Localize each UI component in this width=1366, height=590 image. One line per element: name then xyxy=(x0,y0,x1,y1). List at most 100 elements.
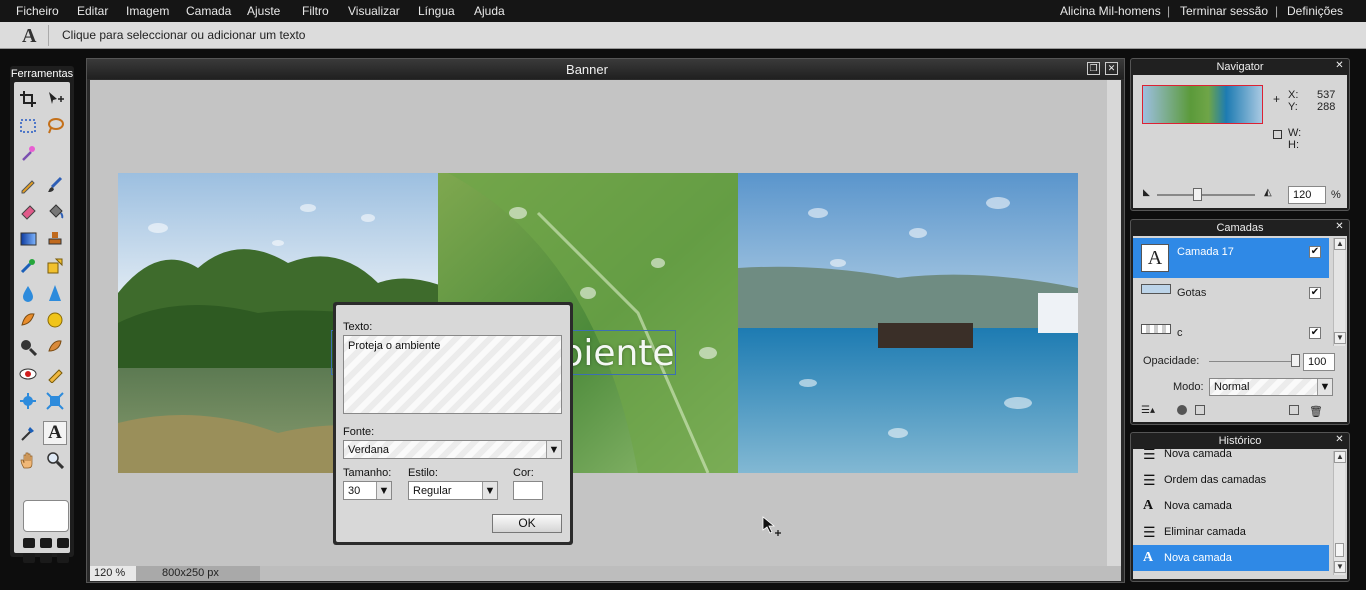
new-layer-icon[interactable] xyxy=(1289,405,1299,415)
chevron-down-icon[interactable]: ▼ xyxy=(376,482,391,499)
burn-icon[interactable] xyxy=(43,335,67,359)
opacity-input[interactable]: 100 xyxy=(1303,353,1335,371)
size-select[interactable]: 30 ▼ xyxy=(343,481,392,500)
zoom-icon[interactable] xyxy=(43,448,67,472)
marquee-icon[interactable] xyxy=(16,114,40,138)
menu-ajuste[interactable]: Ajuste xyxy=(247,4,280,18)
zoom-input[interactable]: 120 xyxy=(1288,186,1326,204)
move-icon[interactable] xyxy=(43,87,67,111)
blend-mode-select[interactable]: Normal ▼ xyxy=(1209,378,1333,396)
font-select[interactable]: Verdana ▼ xyxy=(343,440,562,459)
opacity-slider-handle[interactable] xyxy=(1291,354,1300,367)
ok-button[interactable]: OK xyxy=(492,514,562,533)
close-icon[interactable]: ✕ xyxy=(1105,62,1118,75)
menu-ficheiro[interactable]: Ficheiro xyxy=(16,4,59,18)
maximize-icon[interactable]: ❐ xyxy=(1087,62,1100,75)
zoom-out-icon[interactable]: ◣ xyxy=(1143,187,1150,198)
zoom-in-icon[interactable] xyxy=(16,335,40,359)
navigator-thumbnail[interactable] xyxy=(1142,85,1263,124)
vertical-scrollbar[interactable] xyxy=(1107,80,1121,566)
close-icon[interactable]: ✕ xyxy=(1334,435,1345,446)
color-preset[interactable] xyxy=(57,553,69,563)
menu-visualizar[interactable]: Visualizar xyxy=(348,4,400,18)
menu-editar[interactable]: Editar xyxy=(77,4,108,18)
opacity-slider-track[interactable] xyxy=(1209,361,1297,362)
crop-icon[interactable] xyxy=(16,87,40,111)
gradient-icon[interactable] xyxy=(16,227,40,251)
delete-layer-icon[interactable]: 🗑 xyxy=(1309,405,1323,418)
color-preset[interactable] xyxy=(23,553,35,563)
type-icon[interactable]: A xyxy=(43,421,67,445)
sponge-icon[interactable] xyxy=(43,308,67,332)
smudge-icon[interactable] xyxy=(16,308,40,332)
scroll-up-icon[interactable]: ▲ xyxy=(1334,238,1346,250)
style-select[interactable]: Regular ▼ xyxy=(408,481,498,500)
color-preset[interactable] xyxy=(57,538,69,548)
type-icon: A xyxy=(1143,498,1154,513)
layers-scrollbar[interactable]: ▲ ▼ xyxy=(1333,238,1346,346)
text-input[interactable]: Proteja o ambiente xyxy=(343,335,562,414)
history-item[interactable]: A Nova camada xyxy=(1133,493,1329,519)
layer-visibility-checkbox[interactable]: ✔ xyxy=(1309,327,1321,339)
blur-icon[interactable] xyxy=(16,281,40,305)
color-picker-icon[interactable] xyxy=(16,421,40,445)
scroll-up-icon[interactable]: ▲ xyxy=(1334,451,1346,463)
layer-settings-icon[interactable]: ☰▴ xyxy=(1141,405,1155,416)
user-name-link[interactable]: Alicina Mil-homens xyxy=(1060,4,1161,18)
lasso-icon[interactable] xyxy=(43,114,67,138)
history-item[interactable]: ☰ Ordem das camadas xyxy=(1133,467,1329,493)
zoom-in-icon[interactable]: ◭ xyxy=(1264,187,1272,198)
history-item[interactable]: A Nova camada xyxy=(1133,545,1329,571)
eraser-icon[interactable] xyxy=(16,200,40,224)
layer-styles-icon[interactable] xyxy=(1195,405,1205,415)
chevron-down-icon[interactable]: ▼ xyxy=(1317,379,1332,395)
menu-lingua[interactable]: Língua xyxy=(418,4,455,18)
color-picker[interactable] xyxy=(513,481,543,500)
close-icon[interactable]: ✕ xyxy=(1334,222,1345,233)
color-preset[interactable] xyxy=(40,538,52,548)
logout-link[interactable]: Terminar sessão xyxy=(1180,4,1268,18)
pencil-icon[interactable] xyxy=(16,173,40,197)
zoom-level[interactable]: 120 % xyxy=(90,566,136,581)
menu-filtro[interactable]: Filtro xyxy=(302,4,329,18)
pinch-icon[interactable] xyxy=(43,389,67,413)
scroll-down-icon[interactable]: ▼ xyxy=(1334,561,1346,573)
document-titlebar[interactable]: Banner ❐ ✕ xyxy=(87,59,1124,79)
canvas-area[interactable]: Proteja o ambiente xyxy=(90,80,1121,566)
layer-row[interactable]: c ✔ xyxy=(1133,318,1329,358)
chevron-down-icon[interactable]: ▼ xyxy=(546,441,561,458)
spot-heal-icon[interactable] xyxy=(43,362,67,386)
history-item[interactable]: ☰ Nova camada xyxy=(1133,449,1329,467)
paint-bucket-icon[interactable] xyxy=(43,200,67,224)
red-eye-icon[interactable] xyxy=(16,362,40,386)
sharpen-icon[interactable] xyxy=(43,281,67,305)
layer-row[interactable]: A Camada 17 ✔ xyxy=(1133,238,1329,278)
color-preset[interactable] xyxy=(23,538,35,548)
zoom-slider-handle[interactable] xyxy=(1193,188,1202,201)
zoom-slider-track[interactable] xyxy=(1157,194,1255,196)
clone-stamp-icon[interactable] xyxy=(43,227,67,251)
banner-image[interactable]: Proteja o ambiente xyxy=(118,173,1078,473)
color-replace-icon[interactable] xyxy=(16,254,40,278)
layer-row[interactable]: Gotas ✔ xyxy=(1133,278,1329,318)
color-preset[interactable] xyxy=(40,553,52,563)
menu-ajuda[interactable]: Ajuda xyxy=(474,4,505,18)
settings-link[interactable]: Definições xyxy=(1287,4,1343,18)
hand-icon[interactable] xyxy=(16,448,40,472)
color-swatch[interactable] xyxy=(23,500,69,532)
history-scrollbar[interactable]: ▲ ▼ xyxy=(1333,451,1346,575)
chevron-down-icon[interactable]: ▼ xyxy=(482,482,497,499)
magic-wand-icon[interactable] xyxy=(16,141,40,165)
scroll-down-icon[interactable]: ▼ xyxy=(1334,332,1346,344)
bloat-icon[interactable] xyxy=(16,389,40,413)
draw-shape-icon[interactable] xyxy=(43,254,67,278)
history-item[interactable]: ☰ Eliminar camada xyxy=(1133,519,1329,545)
close-icon[interactable]: ✕ xyxy=(1334,61,1345,72)
layer-mask-icon[interactable] xyxy=(1177,405,1187,415)
brush-icon[interactable] xyxy=(43,173,67,197)
scroll-thumb[interactable] xyxy=(1335,543,1344,557)
menu-imagem[interactable]: Imagem xyxy=(126,4,169,18)
layer-visibility-checkbox[interactable]: ✔ xyxy=(1309,287,1321,299)
menu-camada[interactable]: Camada xyxy=(186,4,231,18)
layer-visibility-checkbox[interactable]: ✔ xyxy=(1309,246,1321,258)
